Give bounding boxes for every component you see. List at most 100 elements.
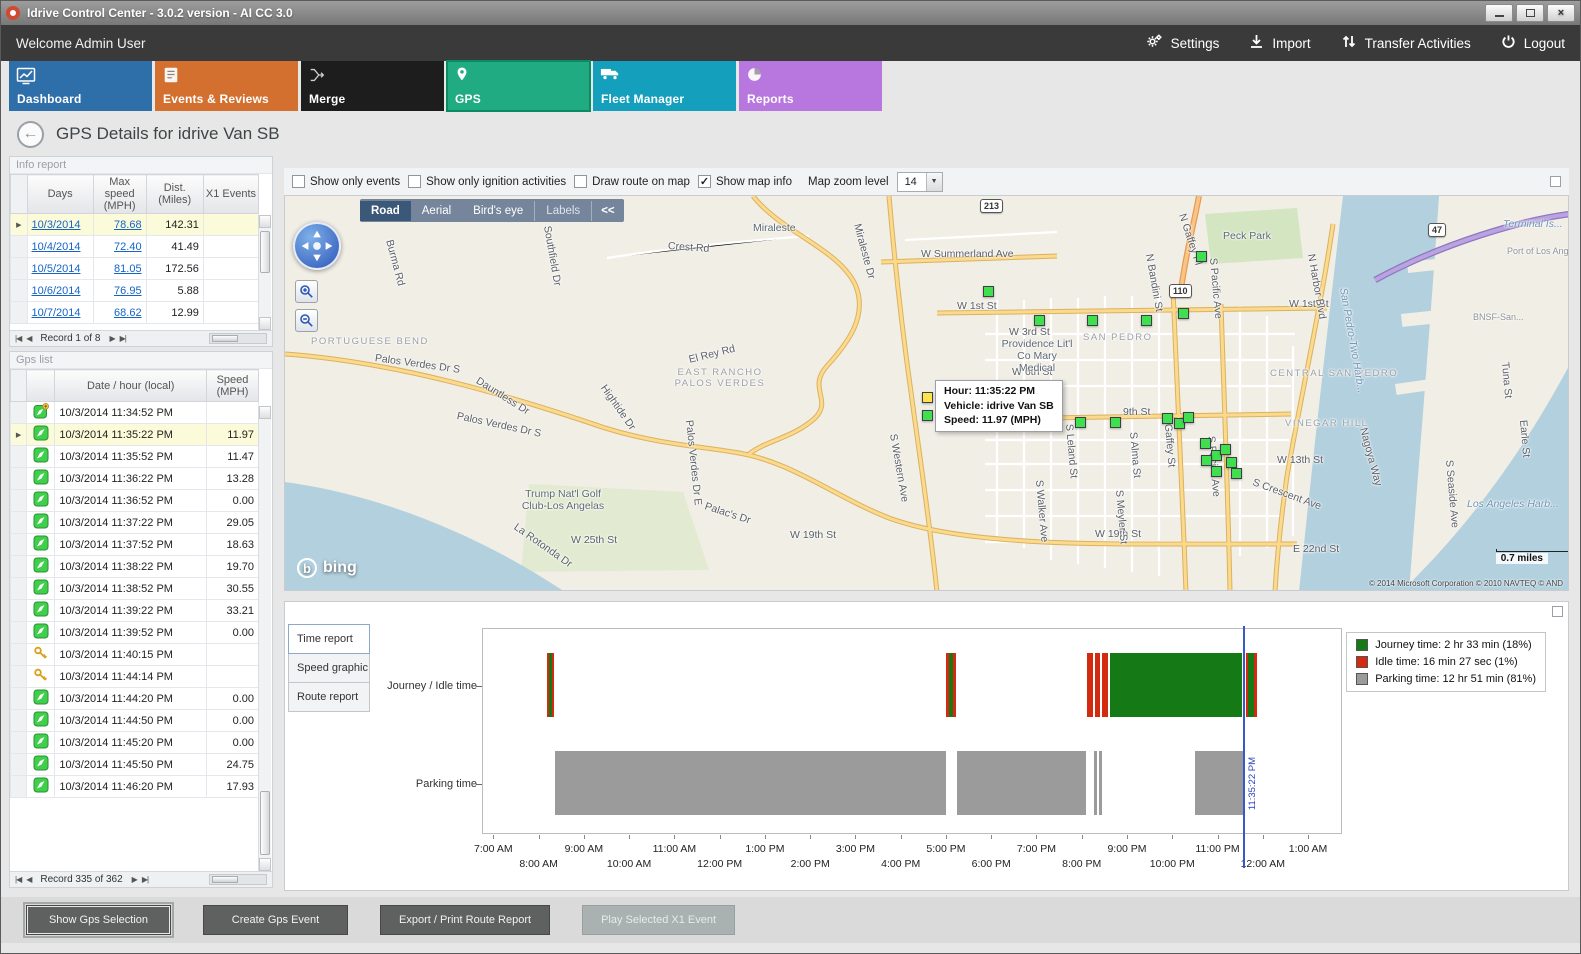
- gps-row[interactable]: 10/3/2014 11:37:22 PM29.05: [11, 512, 259, 534]
- settings-button[interactable]: Settings: [1146, 33, 1220, 53]
- gps-row[interactable]: 10/3/2014 11:36:22 PM13.28: [11, 468, 259, 490]
- idle-bar[interactable]: [1254, 653, 1257, 717]
- scroll-up-icon[interactable]: [259, 215, 271, 228]
- gps-row[interactable]: 10/3/2014 11:40:15 PM: [11, 644, 259, 666]
- gps-row[interactable]: 10/3/2014 11:45:50 PM24.75: [11, 754, 259, 776]
- gps-marker[interactable]: [983, 286, 994, 297]
- gps-marker[interactable]: [1162, 413, 1173, 424]
- gps-row[interactable]: 10/3/2014 11:36:52 PM0.00: [11, 490, 259, 512]
- table-row[interactable]: ▶10/3/201478.68142.31: [11, 214, 259, 236]
- idle-bar[interactable]: [1102, 653, 1108, 717]
- day-link[interactable]: 10/7/2014: [32, 307, 81, 319]
- record-next-button[interactable]: ▶: [132, 875, 137, 884]
- map-compass-control[interactable]: [293, 222, 341, 270]
- show-gps-selection-button[interactable]: Show Gps Selection: [26, 905, 171, 935]
- gps-marker[interactable]: [1220, 444, 1231, 455]
- map-view-road-button[interactable]: Road: [360, 201, 411, 221]
- gps-marker[interactable]: [1226, 457, 1237, 468]
- map-zoom-in-button[interactable]: [295, 280, 318, 303]
- parking-bar[interactable]: [1195, 751, 1243, 815]
- parking-bar[interactable]: [555, 751, 946, 815]
- parking-bar[interactable]: [957, 751, 1086, 815]
- gps-row[interactable]: 10/3/2014 11:34:52 PM: [11, 402, 259, 424]
- gps-marker[interactable]: [1183, 412, 1194, 423]
- checkbox-checked-icon[interactable]: ✓: [698, 175, 711, 188]
- checkbox-show-map-info[interactable]: ✓Show map info: [698, 175, 792, 188]
- scroll-down-icon[interactable]: [259, 317, 271, 330]
- max-speed-link[interactable]: 72.40: [114, 241, 142, 253]
- gps-marker[interactable]: [1201, 455, 1212, 466]
- info-report-scrollbar[interactable]: [258, 215, 271, 330]
- gps-row[interactable]: 10/3/2014 11:45:20 PM0.00: [11, 732, 259, 754]
- create-gps-event-button[interactable]: Create Gps Event: [203, 905, 348, 935]
- gps-row[interactable]: 10/3/2014 11:39:52 PM0.00: [11, 622, 259, 644]
- map-zoom-out-button[interactable]: [295, 309, 318, 332]
- table-row[interactable]: 10/5/201481.05172.56: [11, 258, 259, 280]
- table-row[interactable]: 10/6/201476.955.88: [11, 280, 259, 302]
- logout-button[interactable]: Logout: [1501, 34, 1565, 52]
- checkbox-show-only-events[interactable]: Show only events: [292, 175, 400, 188]
- day-link[interactable]: 10/6/2014: [32, 285, 81, 297]
- scroll-down-icon[interactable]: [259, 858, 271, 871]
- day-link[interactable]: 10/4/2014: [32, 241, 81, 253]
- gps-row[interactable]: 10/3/2014 11:37:52 PM18.63: [11, 534, 259, 556]
- gps-marker[interactable]: [1178, 308, 1189, 319]
- gps-row[interactable]: 10/3/2014 11:44:14 PM: [11, 666, 259, 688]
- idle-bar[interactable]: [1087, 653, 1093, 717]
- record-first-button[interactable]: |◀: [15, 334, 21, 343]
- nav-tile-dashboard[interactable]: Dashboard: [9, 61, 152, 111]
- gps-marker[interactable]: [1231, 468, 1242, 479]
- nav-tile-merge[interactable]: Merge: [301, 61, 444, 111]
- scroll-thumb[interactable]: [212, 335, 238, 342]
- gps-row[interactable]: 10/3/2014 11:46:20 PM17.93: [11, 776, 259, 798]
- gps-row[interactable]: ▶10/3/2014 11:35:22 PM11.97: [11, 424, 259, 446]
- scroll-thumb[interactable]: [212, 876, 238, 883]
- tab-route-report[interactable]: Route report: [288, 682, 370, 712]
- max-speed-link[interactable]: 78.68: [114, 219, 142, 231]
- record-last-button[interactable]: ▶|: [120, 334, 126, 343]
- journey-bar[interactable]: [1110, 653, 1242, 717]
- record-next-button[interactable]: ▶: [109, 334, 114, 343]
- map-view-bird-s-eye-button[interactable]: Bird's eye: [462, 201, 534, 221]
- gps-marker[interactable]: [1211, 466, 1222, 477]
- tab-speed-graphic[interactable]: Speed graphic: [288, 653, 370, 683]
- record-hscrollbar[interactable]: [209, 874, 267, 885]
- gps-row[interactable]: 10/3/2014 11:39:22 PM33.21: [11, 600, 259, 622]
- gps-marker[interactable]: [1075, 417, 1086, 428]
- day-link[interactable]: 10/3/2014: [32, 219, 81, 231]
- table-row[interactable]: 10/4/201472.4041.49: [11, 236, 259, 258]
- record-prev-button[interactable]: ◀: [26, 875, 31, 884]
- maximize-button[interactable]: [1516, 4, 1544, 22]
- map-view-labels-button[interactable]: Labels: [534, 201, 591, 221]
- gps-row[interactable]: 10/3/2014 11:38:52 PM30.55: [11, 578, 259, 600]
- checkbox-icon[interactable]: [574, 175, 587, 188]
- gps-marker[interactable]: [1087, 315, 1098, 326]
- map-bar-collapse-button[interactable]: <<: [591, 201, 623, 221]
- idle-bar[interactable]: [953, 653, 956, 717]
- checkbox-show-only-ignition-activities[interactable]: Show only ignition activities: [408, 175, 566, 188]
- parking-bar[interactable]: [1099, 751, 1102, 815]
- table-row[interactable]: 10/7/201468.6212.99: [11, 302, 259, 324]
- nav-tile-events-reviews[interactable]: Events & Reviews: [155, 61, 298, 111]
- day-link[interactable]: 10/5/2014: [32, 263, 81, 275]
- parking-bar[interactable]: [1094, 751, 1097, 815]
- timeline-plot[interactable]: 11:35:22 PM: [482, 628, 1342, 834]
- gps-marker[interactable]: [922, 410, 933, 421]
- selected-gps-marker[interactable]: [922, 392, 933, 403]
- gps-marker[interactable]: [1196, 251, 1207, 262]
- tab-time-report[interactable]: Time report: [288, 624, 370, 654]
- checkbox-draw-route-on-map[interactable]: Draw route on map: [574, 175, 690, 188]
- gps-marker[interactable]: [1110, 417, 1121, 428]
- gps-row[interactable]: 10/3/2014 11:44:50 PM0.00: [11, 710, 259, 732]
- map-view-aerial-button[interactable]: Aerial: [411, 201, 462, 221]
- gps-row[interactable]: 10/3/2014 11:38:22 PM19.70: [11, 556, 259, 578]
- import-button[interactable]: Import: [1249, 34, 1310, 52]
- record-last-button[interactable]: ▶|: [142, 875, 148, 884]
- gps-marker[interactable]: [1034, 315, 1045, 326]
- max-speed-link[interactable]: 68.62: [114, 307, 142, 319]
- scroll-thumb[interactable]: [260, 791, 270, 855]
- scroll-up-icon[interactable]: [259, 406, 271, 419]
- minimize-button[interactable]: [1485, 4, 1513, 22]
- time-cursor[interactable]: [1243, 626, 1245, 868]
- gps-marker[interactable]: [1200, 438, 1211, 449]
